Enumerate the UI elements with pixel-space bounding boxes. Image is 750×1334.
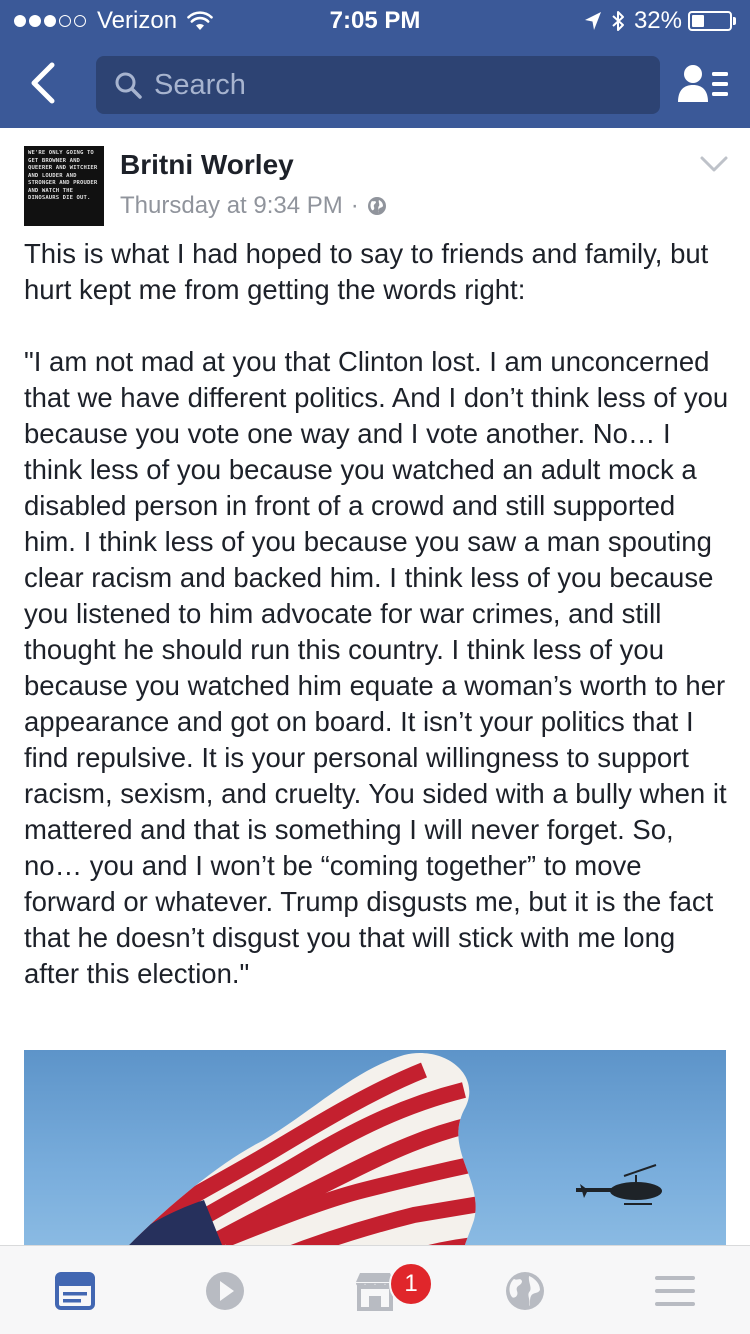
back-button[interactable] — [20, 58, 70, 108]
search-input[interactable]: Search — [96, 56, 660, 114]
meta-separator: · — [350, 192, 359, 219]
post-meta: Thursday at 9:34 PM · — [120, 192, 387, 220]
battery-icon — [688, 11, 732, 31]
post-timestamp[interactable]: Thursday at 9:34 PM — [120, 192, 343, 220]
marketplace-badge: 1 — [389, 1262, 433, 1306]
friend-requests-icon[interactable] — [676, 62, 732, 108]
globe-icon — [367, 197, 386, 215]
battery-percent: 32% — [633, 7, 682, 34]
status-bar: Verizon 7:05 PM 32% — [0, 0, 750, 40]
helicopter-image — [576, 1164, 662, 1205]
bluetooth-icon — [612, 11, 624, 31]
news-feed-icon[interactable] — [50, 1268, 100, 1314]
flag-photo-image — [124, 1053, 662, 1250]
post-author-name[interactable]: Britni Worley — [120, 149, 294, 181]
notifications-globe-icon[interactable] — [500, 1268, 550, 1314]
nav-bar: Search — [0, 40, 750, 128]
menu-icon[interactable] — [650, 1268, 700, 1314]
avatar-text: We're only going to get browner and quee… — [28, 150, 98, 201]
bottom-tab-bar — [0, 1245, 750, 1334]
battery-tip — [733, 17, 736, 25]
location-arrow-icon — [584, 12, 601, 30]
top-bar: Verizon 7:05 PM 32% Search — [0, 0, 750, 128]
post-text: This is what I had hoped to say to frien… — [24, 238, 729, 989]
chevron-down-icon[interactable] — [698, 152, 730, 176]
battery-fill — [692, 15, 704, 27]
search-placeholder: Search — [154, 68, 246, 101]
author-avatar[interactable]: We're only going to get browner and quee… — [24, 146, 104, 226]
search-icon — [115, 72, 142, 99]
video-icon[interactable] — [200, 1268, 250, 1314]
post-photo[interactable] — [24, 1050, 726, 1250]
status-right: 32% — [584, 7, 736, 35]
